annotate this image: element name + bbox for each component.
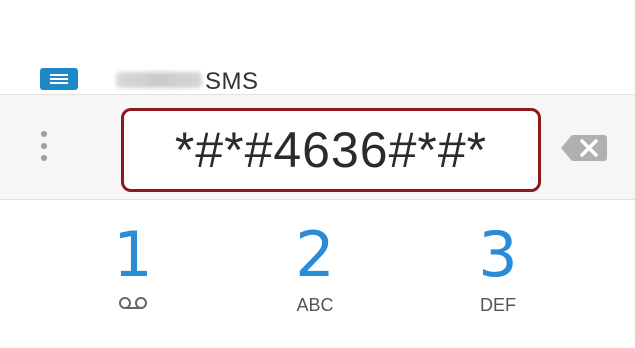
key-digit: 1 (113, 218, 153, 291)
dial-input-bar: *#*#4636#*#* (0, 94, 635, 200)
key-1[interactable]: 1 (73, 222, 193, 332)
key-letters: DEF (480, 295, 516, 315)
dialer-screen: SMS *#*#4636#*#* 1 2 ABC 3 DEF (0, 0, 635, 348)
redacted-contact-name (116, 72, 202, 88)
key-digit: 3 (478, 218, 518, 291)
backspace-icon[interactable] (560, 133, 608, 163)
sms-label[interactable]: SMS (205, 68, 259, 96)
dial-keypad: 1 2 ABC 3 DEF (0, 200, 635, 348)
key-letters: ABC (296, 295, 334, 315)
key-digit: 2 (295, 218, 335, 291)
key-2[interactable]: 2 ABC (255, 222, 375, 332)
message-icon[interactable] (40, 68, 78, 90)
key-3[interactable]: 3 DEF (438, 222, 558, 332)
dialed-number: *#*#4636#*#* (174, 122, 488, 178)
sms-suggestion-row[interactable]: SMS (0, 64, 635, 96)
overflow-menu-icon[interactable] (38, 131, 50, 163)
voicemail-icon (118, 296, 148, 315)
dial-number-field[interactable]: *#*#4636#*#* (121, 108, 541, 192)
